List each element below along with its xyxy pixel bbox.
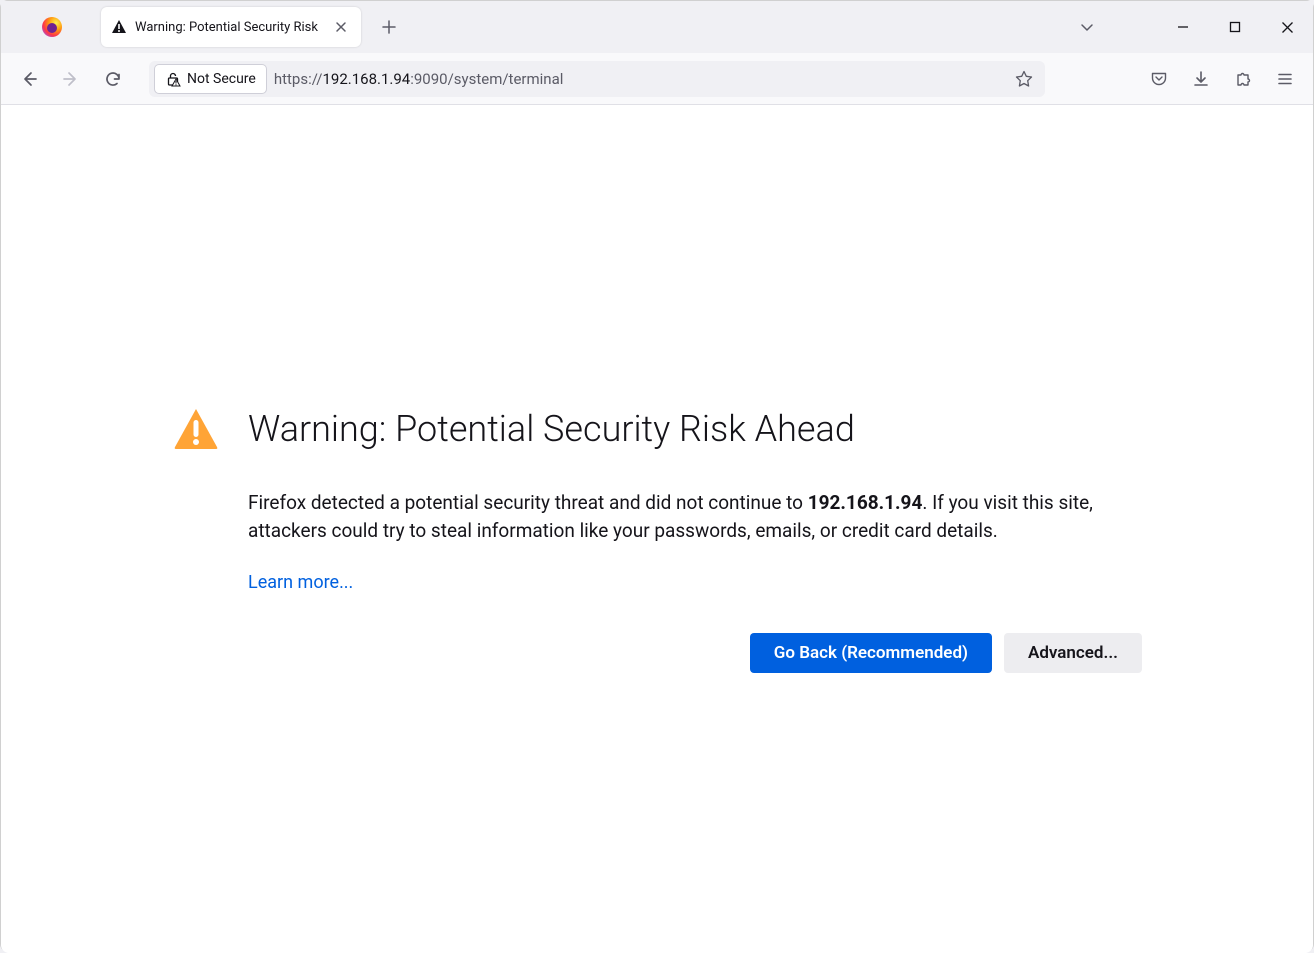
- chevron-down-icon: [1079, 19, 1095, 35]
- minimize-icon: [1177, 21, 1189, 33]
- pocket-button[interactable]: [1141, 61, 1177, 97]
- window-maximize-button[interactable]: [1209, 1, 1261, 53]
- learn-more-link[interactable]: Learn more...: [248, 572, 353, 593]
- tab-active[interactable]: Warning: Potential Security Risk: [101, 7, 361, 47]
- back-button[interactable]: [11, 61, 47, 97]
- app-menu-button[interactable]: [1267, 61, 1303, 97]
- go-back-button[interactable]: Go Back (Recommended): [750, 633, 992, 673]
- url-bar[interactable]: Not Secure https://192.168.1.94:9090/sys…: [149, 61, 1045, 97]
- page-content: Warning: Potential Security Risk Ahead F…: [1, 105, 1313, 953]
- maximize-icon: [1229, 21, 1241, 33]
- arrow-left-icon: [20, 70, 38, 88]
- puzzle-icon: [1234, 70, 1252, 88]
- url-host: 192.168.1.94: [322, 70, 410, 88]
- url-protocol: https://: [274, 70, 323, 88]
- warning-container: Warning: Potential Security Risk Ahead F…: [172, 105, 1142, 673]
- warning-header: Warning: Potential Security Risk Ahead: [172, 405, 1142, 453]
- plus-icon: [382, 20, 396, 34]
- new-tab-button[interactable]: [371, 9, 407, 45]
- warning-triangle-icon: [111, 19, 127, 35]
- arrow-right-icon: [62, 70, 80, 88]
- window-close-button[interactable]: [1261, 1, 1313, 53]
- warning-body-host: 192.168.1.94: [808, 491, 923, 514]
- star-icon: [1015, 70, 1033, 88]
- window-controls: [1067, 1, 1313, 53]
- window-minimize-button[interactable]: [1157, 1, 1209, 53]
- lock-warning-icon: [165, 71, 181, 87]
- firefox-logo-icon: [40, 15, 64, 39]
- download-icon: [1192, 70, 1210, 88]
- downloads-button[interactable]: [1183, 61, 1219, 97]
- extensions-button[interactable]: [1225, 61, 1261, 97]
- tab-close-button[interactable]: [331, 17, 351, 37]
- reload-icon: [104, 70, 122, 88]
- hamburger-icon: [1276, 70, 1294, 88]
- pinned-tab-firefox[interactable]: [9, 7, 95, 47]
- warning-body-pre: Firefox detected a potential security th…: [248, 491, 808, 514]
- tab-title: Warning: Potential Security Risk: [135, 20, 323, 35]
- list-all-tabs-button[interactable]: [1067, 9, 1107, 45]
- security-badge-label: Not Secure: [187, 71, 256, 87]
- button-row: Go Back (Recommended) Advanced...: [248, 633, 1142, 673]
- forward-button: [53, 61, 89, 97]
- reload-button[interactable]: [95, 61, 131, 97]
- warning-triangle-icon: [172, 405, 220, 453]
- page-title: Warning: Potential Security Risk Ahead: [248, 408, 855, 450]
- url-text: https://192.168.1.94:9090/system/termina…: [274, 70, 1001, 88]
- warning-body: Firefox detected a potential security th…: [248, 489, 1142, 544]
- security-indicator[interactable]: Not Secure: [155, 65, 266, 93]
- tab-strip: Warning: Potential Security Risk: [1, 1, 1313, 53]
- close-icon: [1281, 21, 1294, 34]
- bookmark-button[interactable]: [1009, 64, 1039, 94]
- url-path: :9090/system/terminal: [410, 70, 563, 88]
- close-icon: [335, 21, 347, 33]
- advanced-button[interactable]: Advanced...: [1004, 633, 1142, 673]
- navigation-toolbar: Not Secure https://192.168.1.94:9090/sys…: [1, 53, 1313, 105]
- pocket-icon: [1150, 70, 1168, 88]
